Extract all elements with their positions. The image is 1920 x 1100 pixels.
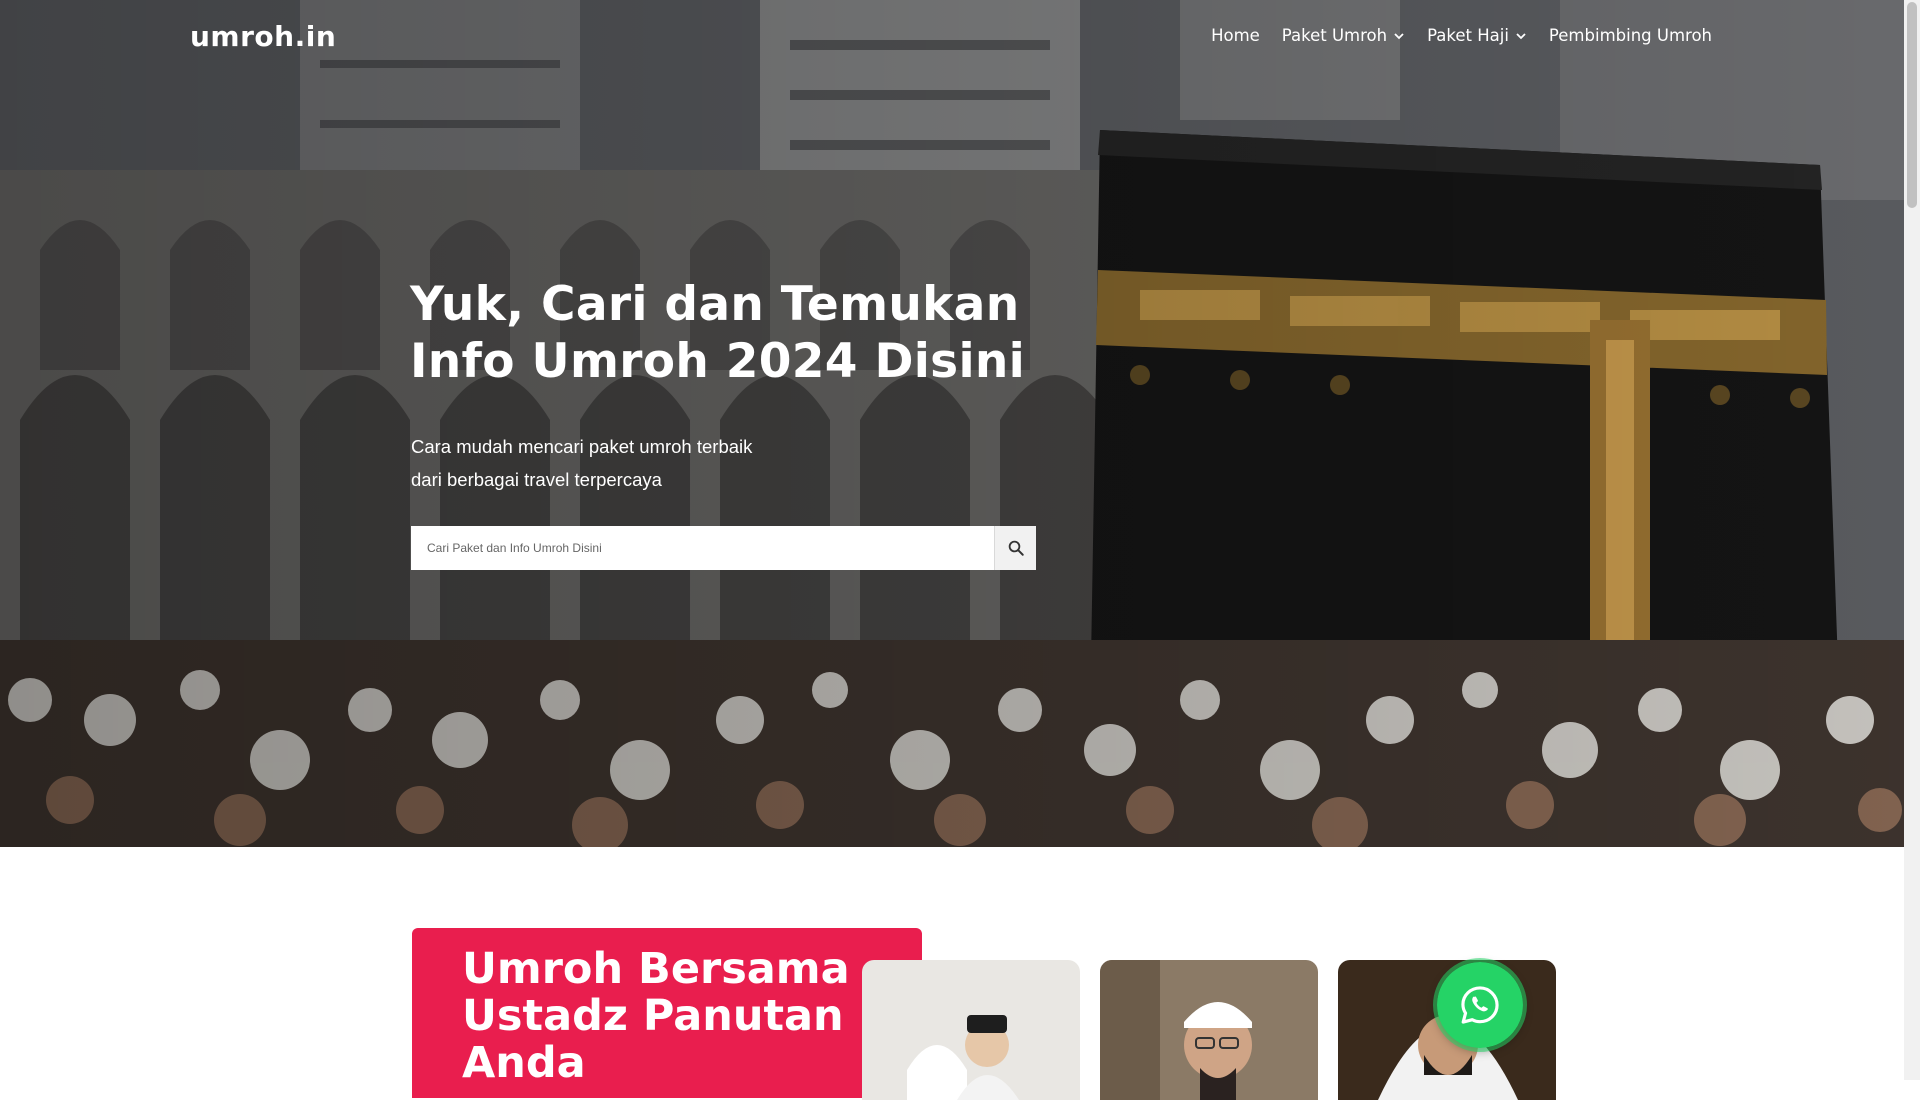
search-icon (1008, 540, 1024, 556)
ustadz-card[interactable] (862, 960, 1080, 1100)
nav-item-paket-umroh[interactable]: Paket Umroh (1282, 26, 1405, 45)
hero-section: umroh.in Home Paket Umroh Paket Haji Pem… (0, 0, 1904, 847)
promo-title-line: Ustadz Panutan (462, 991, 844, 1041)
promo-title-line: Umroh Bersama (462, 944, 850, 994)
whatsapp-ring (1433, 958, 1527, 1052)
couple-photo (862, 960, 1080, 1100)
search-bar (411, 526, 1036, 570)
nav-item-home[interactable]: Home (1211, 26, 1260, 45)
nav-item-pembimbing-umroh[interactable]: Pembimbing Umroh (1549, 26, 1712, 45)
nav-item-paket-haji[interactable]: Paket Haji (1427, 26, 1527, 45)
nav-item-label: Paket Umroh (1281, 26, 1388, 45)
promo-title: Umroh Bersama Ustadz Panutan Anda (462, 946, 882, 1087)
whatsapp-button[interactable] (1433, 958, 1527, 1052)
nav-item-label: Pembimbing Umroh (1548, 26, 1712, 45)
search-button[interactable] (994, 526, 1036, 570)
hero-overlay (0, 0, 1904, 847)
chevron-down-icon (1516, 32, 1526, 39)
hero-subtitle-line: dari berbagai travel terpercaya (411, 469, 662, 490)
promo-title-line: Anda (462, 1038, 586, 1088)
hero-subtitle: Cara mudah mencari paket umroh terbaik d… (411, 430, 831, 496)
promo-banner: Umroh Bersama Ustadz Panutan Anda (412, 928, 922, 1098)
hero-subtitle-line: Cara mudah mencari paket umroh terbaik (411, 436, 753, 457)
search-input[interactable] (411, 526, 994, 570)
site-logo[interactable]: umroh.in (190, 20, 336, 53)
main-nav: Home Paket Umroh Paket Haji Pembimbing U… (1211, 26, 1712, 45)
hero-title-line: Yuk, Cari dan Temukan (410, 277, 1020, 332)
ustadz-photo (1100, 960, 1318, 1100)
nav-item-label: Home (1211, 26, 1260, 45)
ustadz-card[interactable] (1100, 960, 1318, 1100)
chevron-down-icon (1394, 32, 1404, 39)
hero-title: Yuk, Cari dan Temukan Info Umroh 2024 Di… (410, 276, 1050, 390)
nav-item-label: Paket Haji (1427, 26, 1509, 45)
hero-title-line: Info Umroh 2024 Disini (410, 334, 1026, 389)
scrollbar-thumb[interactable] (1907, 2, 1917, 208)
page-scrollbar[interactable] (1904, 0, 1920, 1080)
